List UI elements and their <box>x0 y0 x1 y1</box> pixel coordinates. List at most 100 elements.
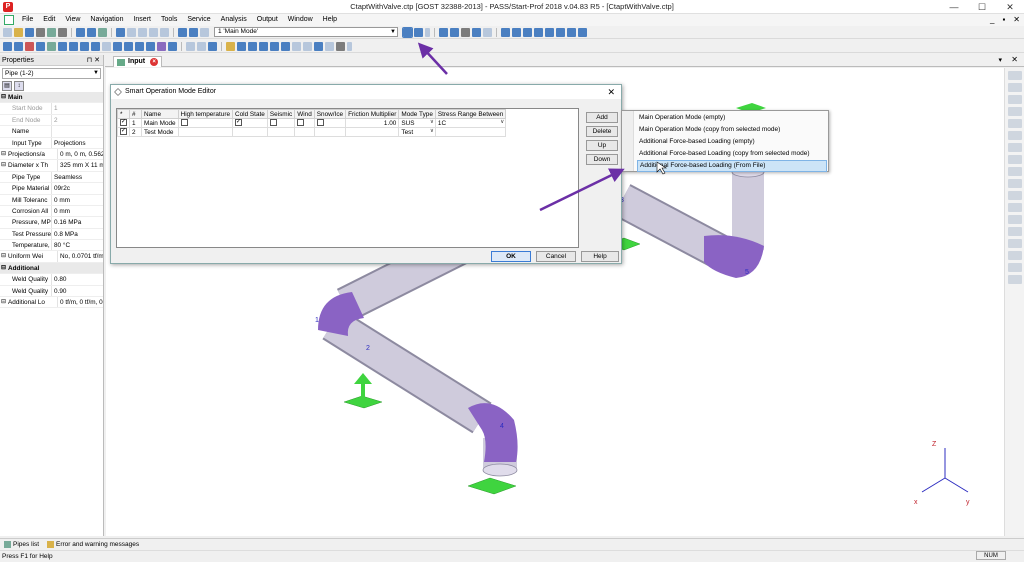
col-wind[interactable]: Wind <box>294 109 315 119</box>
property-row[interactable]: Pipe Type Seamless <box>0 171 103 184</box>
tab-list-icon[interactable]: ▾ <box>998 56 1002 64</box>
nozzle-icon[interactable] <box>124 41 133 51</box>
menu-item-additional-empty[interactable]: Additional Force-based Loading (empty) <box>637 136 827 148</box>
load-icon[interactable] <box>168 41 177 51</box>
supports-icon[interactable] <box>1007 167 1022 176</box>
grid-icon[interactable] <box>1007 251 1022 260</box>
anchor-icon[interactable] <box>69 41 78 51</box>
node-label[interactable]: 2 <box>366 345 370 352</box>
elbow[interactable] <box>468 403 518 462</box>
mdi-minimize-button[interactable]: _ <box>990 14 994 26</box>
open-icon[interactable] <box>14 27 23 37</box>
property-row[interactable]: ⊟ Additional Lo 0 tf/m, 0 tf/m, 0 <box>0 297 103 309</box>
more-tools-icon[interactable] <box>347 41 352 51</box>
row-select-checkbox[interactable]: ✓ <box>120 119 127 127</box>
up-button[interactable]: Up <box>586 140 618 151</box>
property-value[interactable]: 2 <box>52 115 103 125</box>
document-icon[interactable] <box>4 15 14 25</box>
property-row[interactable]: End Node 2 <box>0 114 103 127</box>
dialog-close-button[interactable]: ✕ <box>607 85 615 99</box>
loads-icon[interactable] <box>1007 179 1022 188</box>
property-value[interactable]: 0 tf/m, 0 tf/m, 0 <box>58 297 103 307</box>
menu-tools[interactable]: Tools <box>156 14 182 26</box>
table-icon[interactable] <box>116 27 125 37</box>
find-icon[interactable] <box>127 27 136 37</box>
property-value[interactable]: 80 °C <box>52 240 103 250</box>
menu-analysis[interactable]: Analysis <box>216 14 252 26</box>
select-icon[interactable] <box>523 27 532 37</box>
property-value[interactable]: 0 mm <box>52 195 103 205</box>
modes-dropdown-icon[interactable] <box>425 27 430 37</box>
property-value[interactable]: 1 <box>52 103 103 113</box>
table-row[interactable]: ✓ 2 Test Mode Test ∨ <box>117 127 507 137</box>
section-icon[interactable] <box>281 41 290 51</box>
save-icon[interactable] <box>25 27 34 37</box>
help-button[interactable]: Help <box>581 251 619 262</box>
menu-navigation[interactable]: Navigation <box>85 14 128 26</box>
property-row[interactable]: ⊟ Diameter x Th325 mm X 11 mm <box>0 160 103 172</box>
col-mode-type[interactable]: Mode Type <box>398 109 436 119</box>
labels-icon[interactable] <box>1007 143 1022 152</box>
print-icon[interactable] <box>36 27 45 37</box>
redo-icon[interactable] <box>189 27 198 37</box>
property-row[interactable]: Pipe Material 09r2c <box>0 183 103 195</box>
tee-icon[interactable] <box>36 41 45 51</box>
property-value[interactable]: 0.16 MPa <box>52 217 103 227</box>
tab-error-messages[interactable]: Error and warning messages <box>47 539 139 550</box>
cold-state-checkbox[interactable]: ✓ <box>235 119 242 127</box>
table-row[interactable]: ✓ 1 Main Mode ✓ 1.00 SUS ∨ 1C ∨ <box>117 118 507 128</box>
property-value[interactable]: 0 m, 0 m, 0.562 m <box>58 149 103 159</box>
mdi-maximize-button[interactable]: ▪ <box>1002 14 1005 26</box>
menu-service[interactable]: Service <box>182 14 215 26</box>
displacement-icon[interactable] <box>1007 203 1022 212</box>
high-temperature-checkbox[interactable] <box>180 119 188 127</box>
shaded-icon[interactable] <box>1007 131 1022 140</box>
pipe-icon[interactable] <box>3 41 12 51</box>
filter-icon[interactable] <box>160 27 169 37</box>
fit-icon[interactable] <box>578 27 587 37</box>
mode-name-cell[interactable]: Test Mode <box>141 127 179 137</box>
menu-window[interactable]: Window <box>283 14 318 26</box>
snow-ice-checkbox[interactable] <box>316 119 324 127</box>
orbit-icon[interactable] <box>567 27 576 37</box>
property-value[interactable]: 0.80 <box>52 274 103 284</box>
cancel-button[interactable]: Cancel <box>536 251 576 262</box>
spring-icon[interactable] <box>91 41 100 51</box>
angle-icon[interactable] <box>259 41 268 51</box>
property-value[interactable]: Projections <box>52 138 103 148</box>
menu-edit[interactable]: Edit <box>38 14 60 26</box>
measure-icon[interactable] <box>237 41 246 51</box>
nodes-icon[interactable] <box>1007 155 1022 164</box>
expansion-joint-icon[interactable] <box>113 41 122 51</box>
maximize-button[interactable]: ☐ <box>968 0 996 14</box>
col-name[interactable]: Name <box>141 109 179 119</box>
minimize-button[interactable]: — <box>940 0 968 14</box>
wireframe-icon[interactable] <box>1007 119 1022 128</box>
menu-insert[interactable]: Insert <box>128 14 156 26</box>
cut-icon[interactable] <box>76 27 85 37</box>
property-category[interactable]: ⊟ Additional <box>0 262 103 275</box>
preview-icon[interactable] <box>58 27 67 37</box>
copy-element-icon[interactable] <box>325 41 334 51</box>
property-value[interactable]: 0 mm <box>52 206 103 216</box>
property-value[interactable] <box>52 126 103 136</box>
property-value[interactable]: 325 mm X 11 mm <box>58 160 103 170</box>
menu-item-main-empty[interactable]: Main Operation Mode (empty) <box>637 112 827 124</box>
split-icon[interactable] <box>208 41 217 51</box>
property-row[interactable]: ⊟ Uniform Wei No, 0.0701 tf/m, <box>0 251 103 263</box>
view-iso-icon[interactable] <box>1007 107 1022 116</box>
friction-multiplier-cell[interactable] <box>345 127 400 137</box>
property-row[interactable]: Temperature, 80 °C <box>0 240 103 252</box>
close-button[interactable]: ✕ <box>996 0 1024 14</box>
property-row[interactable]: Input Type Projections <box>0 137 103 149</box>
stress-range-select[interactable]: 1C ∨ <box>434 118 507 128</box>
col-stress-range[interactable]: Stress Range Between <box>434 109 507 119</box>
col-seismic[interactable]: Seismic <box>266 109 296 119</box>
friction-multiplier-cell[interactable]: 1.00 <box>345 118 400 128</box>
paste-icon[interactable] <box>98 27 107 37</box>
property-value[interactable]: 0.90 <box>52 286 103 296</box>
col-snow-ice[interactable]: Snow/Ice <box>313 109 347 119</box>
paint-icon[interactable] <box>226 41 235 51</box>
support-icon[interactable] <box>47 41 56 51</box>
menu-file[interactable]: File <box>17 14 38 26</box>
